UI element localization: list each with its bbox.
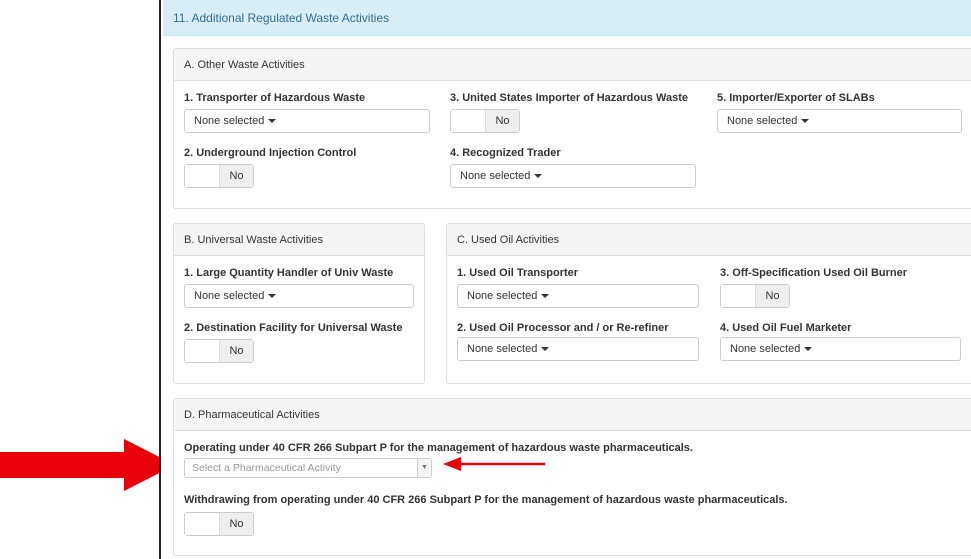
annotation-arrow-small: [443, 457, 545, 471]
